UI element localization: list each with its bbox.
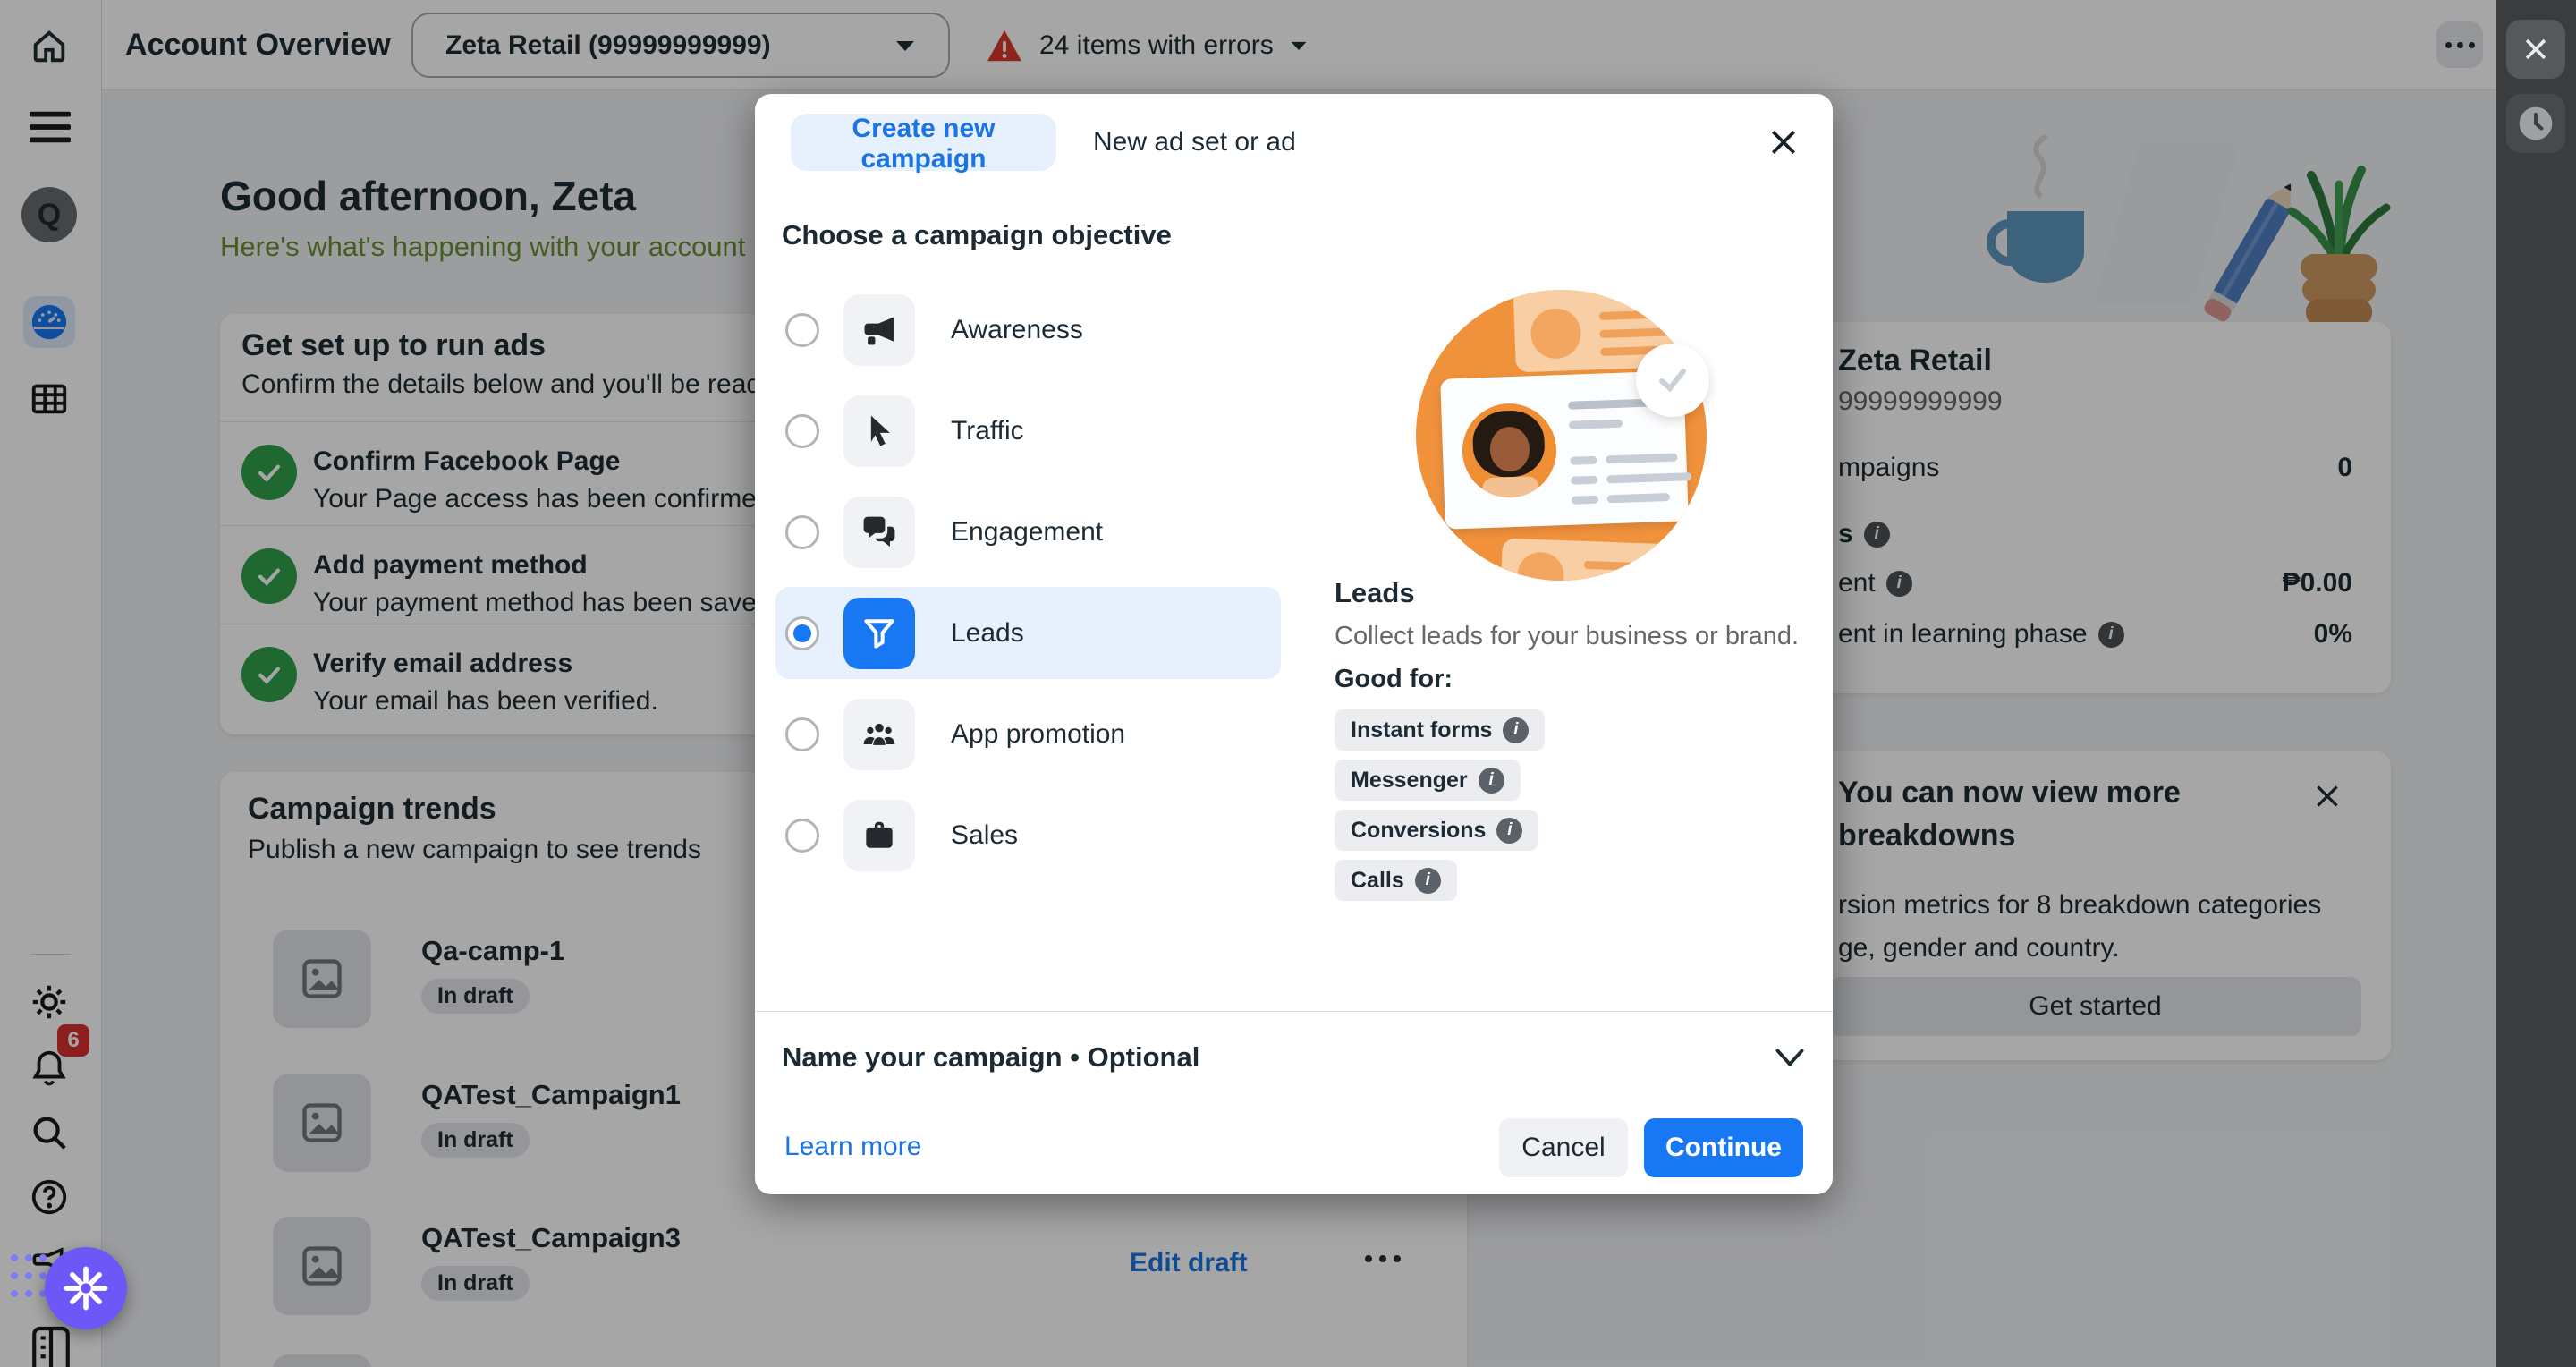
create-campaign-modal: Create new campaign New ad set or ad Cho… — [755, 94, 1833, 1194]
tab-new-ad-set-or-ad[interactable]: New ad set or ad — [1093, 114, 1296, 171]
learn-more-link[interactable]: Learn more — [784, 1132, 921, 1162]
modal-heading: Choose a campaign objective — [782, 219, 1172, 251]
megaphone-icon — [843, 294, 915, 366]
briefcase-icon — [843, 800, 915, 871]
badge-conversions: Conversionsi — [1335, 810, 1538, 851]
history-clock-button[interactable] — [2506, 94, 2565, 153]
panel-close-button[interactable] — [2506, 20, 2565, 79]
extension-side-panel — [2496, 0, 2576, 1367]
screen: Q 6 — [0, 0, 2576, 1367]
badge-instant-forms: Instant formsi — [1335, 709, 1545, 751]
radio-unselected[interactable] — [785, 414, 819, 448]
illustration-avatar — [1461, 402, 1558, 499]
name-campaign-label: Name your campaign • Optional — [782, 1041, 1199, 1074]
objective-awareness[interactable]: Awareness — [775, 284, 1281, 376]
cancel-button[interactable]: Cancel — [1499, 1118, 1628, 1177]
objective-leads[interactable]: Leads — [775, 587, 1281, 679]
objective-traffic[interactable]: Traffic — [775, 385, 1281, 477]
info-icon[interactable]: i — [1503, 717, 1529, 743]
badge-messenger: Messengeri — [1335, 760, 1521, 801]
radio-unselected[interactable] — [785, 313, 819, 347]
funnel-icon — [843, 598, 915, 669]
good-for-badges: Instant formsi Messengeri Conversionsi C… — [1335, 709, 1545, 901]
radio-unselected[interactable] — [785, 819, 819, 853]
name-campaign-toggle[interactable]: Name your campaign • Optional — [782, 1030, 1806, 1085]
close-icon — [2521, 34, 2551, 64]
illustration-card-bottom — [1499, 539, 1707, 581]
objectives-list: Awareness Traffic Engagement — [775, 284, 1281, 881]
info-icon[interactable]: i — [1496, 818, 1522, 844]
clock-icon — [2516, 104, 2555, 143]
detail-description: Collect leads for your business or brand… — [1335, 622, 1799, 651]
objective-engagement[interactable]: Engagement — [775, 486, 1281, 578]
check-badge-icon — [1636, 344, 1709, 417]
cursor-icon — [843, 395, 915, 467]
radio-unselected[interactable] — [785, 515, 819, 549]
leads-illustration — [1416, 290, 1707, 581]
starburst-icon — [63, 1265, 109, 1312]
radio-selected[interactable] — [785, 616, 819, 650]
radio-unselected[interactable] — [785, 717, 819, 751]
people-group-icon — [843, 699, 915, 770]
objective-app-promotion[interactable]: App promotion — [775, 688, 1281, 780]
modal-close-icon[interactable] — [1762, 121, 1805, 164]
chevron-down-icon — [1774, 1048, 1806, 1067]
info-icon[interactable]: i — [1479, 768, 1504, 794]
detail-title: Leads — [1335, 577, 1415, 609]
assistant-fab-button[interactable] — [45, 1247, 127, 1329]
good-for-label: Good for: — [1335, 665, 1453, 694]
badge-calls: Callsi — [1335, 860, 1457, 901]
continue-button[interactable]: Continue — [1644, 1118, 1803, 1177]
objective-sales[interactable]: Sales — [775, 789, 1281, 881]
tab-create-new-campaign[interactable]: Create new campaign — [791, 114, 1056, 171]
chat-bubbles-icon — [843, 497, 915, 568]
fab-drag-handle[interactable] — [11, 1254, 45, 1301]
info-icon[interactable]: i — [1415, 868, 1441, 894]
divider — [755, 1011, 1833, 1012]
